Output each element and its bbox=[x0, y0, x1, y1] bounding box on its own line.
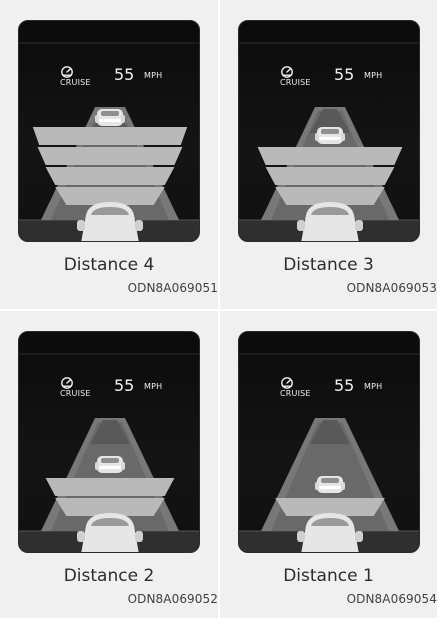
lead-vehicle-icon-lights bbox=[99, 119, 121, 122]
cruise-label: CRUISE bbox=[60, 389, 91, 398]
cruise-control-icon bbox=[61, 66, 73, 78]
ego-vehicle-icon-mirror-right bbox=[355, 531, 363, 542]
lead-vehicle-icon bbox=[95, 456, 125, 473]
set-speed: 55 MPH bbox=[114, 376, 194, 398]
lead-vehicle-icon-window bbox=[321, 129, 339, 134]
lead-vehicle-icon-lights bbox=[99, 466, 121, 469]
distance-bar bbox=[32, 127, 188, 145]
distance-bar bbox=[37, 147, 183, 165]
cruise-label: CRUISE bbox=[280, 78, 311, 87]
image-code: ODN8A069053 bbox=[346, 281, 437, 295]
lead-vehicle-icon-mirror-left bbox=[95, 115, 99, 123]
illustration-grid: CRUISE 55 MPH Distance 4 ODN8A069051 CRU… bbox=[0, 0, 437, 618]
distance-bar bbox=[257, 147, 403, 165]
speed-unit: MPH bbox=[144, 382, 163, 391]
lead-vehicle-icon-mirror-left bbox=[315, 133, 319, 141]
road-graphic bbox=[19, 353, 199, 552]
speed-value: 55 bbox=[114, 65, 135, 84]
lead-vehicle-icon-mirror-left bbox=[315, 482, 319, 490]
distance-bar bbox=[265, 167, 395, 185]
cruise-control-icon bbox=[61, 377, 73, 389]
ego-vehicle-icon-mirror-left bbox=[297, 220, 305, 231]
lead-vehicle-icon bbox=[315, 127, 345, 144]
cruise-indicator: CRUISE bbox=[280, 376, 311, 404]
ego-vehicle-icon-mirror-left bbox=[77, 531, 85, 542]
road-graphic bbox=[239, 42, 419, 241]
cruise-label: CRUISE bbox=[280, 389, 311, 398]
cruise-label: CRUISE bbox=[60, 78, 91, 87]
lead-vehicle-icon-window bbox=[101, 458, 119, 463]
distance-caption: Distance 3 bbox=[283, 255, 374, 275]
lead-vehicle-icon-lights bbox=[319, 137, 341, 140]
speed-unit: MPH bbox=[364, 71, 383, 80]
lead-vehicle-icon-window bbox=[101, 111, 119, 116]
cruise-indicator: CRUISE bbox=[60, 376, 91, 404]
cruise-control-icon bbox=[281, 66, 293, 78]
speed-value: 55 bbox=[334, 376, 355, 395]
speed-value: 55 bbox=[114, 376, 135, 395]
speed-unit: MPH bbox=[364, 382, 383, 391]
distance-bar bbox=[45, 167, 175, 185]
ego-vehicle-icon-mirror-right bbox=[135, 531, 143, 542]
lead-vehicle-icon-window bbox=[321, 478, 339, 483]
ego-vehicle-icon-mirror-right bbox=[355, 220, 363, 231]
ego-vehicle-icon-mirror-left bbox=[297, 531, 305, 542]
cluster-display: CRUISE 55 MPH bbox=[238, 20, 420, 242]
distance-caption: Distance 4 bbox=[63, 255, 155, 275]
cruise-control-icon bbox=[281, 377, 293, 389]
lead-vehicle-icon bbox=[315, 476, 345, 493]
cruise-indicator: CRUISE bbox=[60, 65, 91, 93]
set-speed: 55 MPH bbox=[334, 65, 414, 87]
panel-distance-1: CRUISE 55 MPH Distance 1 ODN8A069054 bbox=[220, 311, 437, 618]
lead-vehicle-icon-mirror-right bbox=[341, 482, 345, 490]
image-code: ODN8A069051 bbox=[127, 281, 218, 295]
distance-bar bbox=[45, 478, 175, 496]
lead-vehicle-icon-mirror-right bbox=[341, 133, 345, 141]
panel-distance-4: CRUISE 55 MPH Distance 4 ODN8A069051 bbox=[0, 0, 218, 309]
ego-vehicle-icon-mirror-left bbox=[77, 220, 85, 231]
cruise-indicator: CRUISE bbox=[280, 65, 311, 93]
set-speed: 55 MPH bbox=[114, 65, 194, 87]
panel-distance-3: CRUISE 55 MPH Distance 3 ODN8A069053 bbox=[220, 0, 437, 309]
speed-value: 55 bbox=[334, 65, 355, 84]
set-speed: 55 MPH bbox=[334, 376, 414, 398]
lead-vehicle-icon-mirror-left bbox=[95, 462, 99, 470]
lead-vehicle-icon-mirror-right bbox=[121, 115, 125, 123]
panel-distance-2: CRUISE 55 MPH Distance 2 ODN8A069052 bbox=[0, 311, 218, 618]
ego-vehicle-icon-mirror-right bbox=[135, 220, 143, 231]
road-graphic bbox=[239, 353, 419, 552]
image-code: ODN8A069054 bbox=[346, 592, 437, 606]
cluster-display: CRUISE 55 MPH bbox=[238, 331, 420, 553]
lead-vehicle-icon-mirror-right bbox=[121, 462, 125, 470]
lead-vehicle-icon bbox=[95, 109, 125, 126]
cluster-display: CRUISE 55 MPH bbox=[18, 20, 200, 242]
cluster-display: CRUISE 55 MPH bbox=[18, 331, 200, 553]
speed-unit: MPH bbox=[144, 71, 163, 80]
image-code: ODN8A069052 bbox=[127, 592, 218, 606]
road-graphic bbox=[19, 42, 199, 241]
distance-caption: Distance 1 bbox=[283, 566, 374, 586]
lead-vehicle-icon-lights bbox=[319, 486, 341, 489]
distance-caption: Distance 2 bbox=[63, 566, 155, 586]
